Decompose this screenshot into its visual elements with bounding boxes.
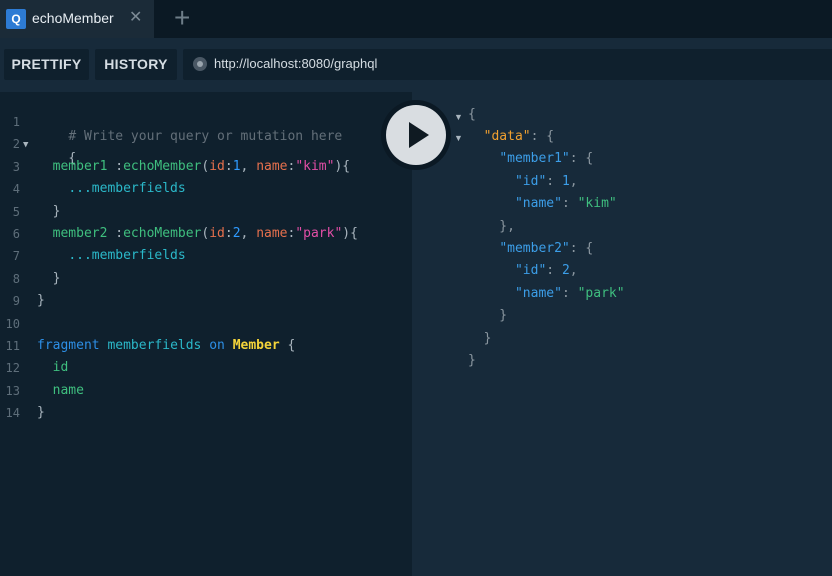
json-key: "data" — [483, 129, 531, 144]
code-line: member1 :echoMember(id:1, name:"kim"){ — [52, 159, 351, 174]
code-brace: } — [52, 271, 61, 286]
code-line: fragment memberfields on Member { — [37, 338, 296, 353]
code-string: "kim" — [295, 159, 335, 174]
json-line: "member1": { — [499, 151, 594, 166]
status-dot-icon — [193, 57, 207, 71]
json-string: "park" — [577, 286, 625, 301]
add-tab-icon[interactable]: + — [174, 4, 190, 32]
code-arg: id — [209, 226, 225, 241]
line-number: 14 — [5, 406, 20, 420]
line-number: 9 — [12, 294, 20, 308]
json-number: 2 — [561, 263, 570, 278]
endpoint-url-text: http://localhost:8080/graphql — [214, 56, 378, 71]
line-number: 11 — [5, 339, 20, 353]
code-colon: : — [107, 226, 124, 241]
json-brace: { — [468, 107, 476, 122]
execute-query-button[interactable] — [381, 100, 451, 170]
code-line: name — [37, 383, 84, 398]
json-string: "kim" — [577, 196, 617, 211]
json-key: "name" — [514, 196, 562, 211]
code-line: } — [37, 271, 61, 286]
line-number: 12 — [5, 361, 20, 375]
line-number: 10 — [5, 317, 20, 331]
code-arg: id — [209, 159, 225, 174]
code-alias: member2 — [52, 226, 108, 241]
code-line: ...memberfields — [37, 248, 186, 263]
query-editor[interactable]: 1 2 3 4 5 6 7 8 9 10 11 12 13 14 ▼ # Wri… — [0, 92, 412, 576]
json-line: "name": "park" — [514, 286, 625, 301]
json-key: "member1" — [499, 151, 570, 166]
code-spread: ...memberfields — [68, 181, 186, 196]
line-number: 2 — [12, 137, 20, 151]
code-field: echoMember — [123, 159, 202, 174]
json-line: } — [468, 308, 508, 323]
json-line: "name": "kim" — [514, 196, 617, 211]
code-line: } — [37, 204, 61, 219]
play-icon — [409, 122, 429, 148]
tab-title: echoMember — [32, 10, 114, 26]
code-line: ...memberfields — [37, 181, 186, 196]
code-line: # Write your query or mutation here — [37, 114, 342, 159]
query-badge-icon: Q — [6, 9, 26, 29]
code-number: 2 — [232, 226, 241, 241]
prettify-button[interactable]: PRETTIFY — [4, 49, 89, 80]
code-brace: } — [52, 204, 61, 219]
json-number: 1 — [561, 174, 570, 189]
fold-arrow-icon[interactable]: ▼ — [23, 140, 28, 150]
tab-bar: Q echoMember ✕ + — [0, 0, 832, 38]
code-type: Member — [232, 338, 280, 353]
json-key: "name" — [514, 286, 562, 301]
json-line: }, — [468, 219, 515, 234]
code-arg: name — [256, 226, 288, 241]
line-number: 6 — [12, 227, 20, 241]
line-number: 3 — [12, 160, 20, 174]
code-keyword: fragment — [37, 338, 100, 353]
line-number: 4 — [12, 182, 20, 196]
json-line: "id": 1, — [514, 174, 578, 189]
json-brace: } — [468, 353, 476, 368]
endpoint-url-field[interactable]: http://localhost:8080/graphql — [183, 49, 832, 80]
line-number: 7 — [12, 249, 20, 263]
json-key: "member2" — [499, 241, 570, 256]
code-keyword: on — [209, 338, 225, 353]
tab-echomember[interactable]: Q echoMember ✕ — [0, 0, 154, 38]
code-colon: : — [107, 159, 124, 174]
code-arg: name — [256, 159, 288, 174]
fold-arrow-icon[interactable]: ▼ — [454, 133, 463, 143]
code-alias: member1 — [52, 159, 108, 174]
execute-button-face[interactable] — [386, 105, 446, 165]
code-fragment-name: memberfields — [107, 338, 202, 353]
code-brace: } — [37, 405, 45, 420]
code-line: } — [37, 405, 45, 420]
close-icon[interactable]: ✕ — [129, 8, 142, 28]
json-key: "id" — [514, 174, 547, 189]
code-number: 1 — [232, 159, 241, 174]
code-line: } — [37, 293, 45, 308]
json-line: "data": { — [483, 129, 555, 144]
json-line: } — [468, 331, 492, 346]
json-line: "id": 2, — [514, 263, 578, 278]
history-button[interactable]: HISTORY — [95, 49, 177, 80]
line-number: 5 — [12, 205, 20, 219]
json-key: "id" — [514, 263, 547, 278]
code-string: "park" — [295, 226, 343, 241]
result-pane: ▼ ▼ { "data": { "member1": { "id": 1, "n… — [412, 92, 832, 576]
code-spread: ...memberfields — [68, 248, 186, 263]
json-line: "member2": { — [499, 241, 594, 256]
fold-arrow-icon[interactable]: ▼ — [454, 112, 463, 122]
toolbar: PRETTIFY HISTORY http://localhost:8080/g… — [0, 38, 832, 92]
line-number: 13 — [5, 384, 20, 398]
code-line: member2 :echoMember(id:2, name:"park"){ — [52, 226, 358, 241]
code-line: id — [37, 360, 69, 375]
line-number: 8 — [12, 272, 20, 286]
code-comment: # Write your query or mutation here — [68, 129, 343, 144]
code-field: id — [52, 360, 69, 375]
code-field: name — [52, 383, 84, 398]
code-brace: } — [37, 293, 45, 308]
code-field: echoMember — [123, 226, 202, 241]
line-number: 1 — [12, 115, 20, 129]
